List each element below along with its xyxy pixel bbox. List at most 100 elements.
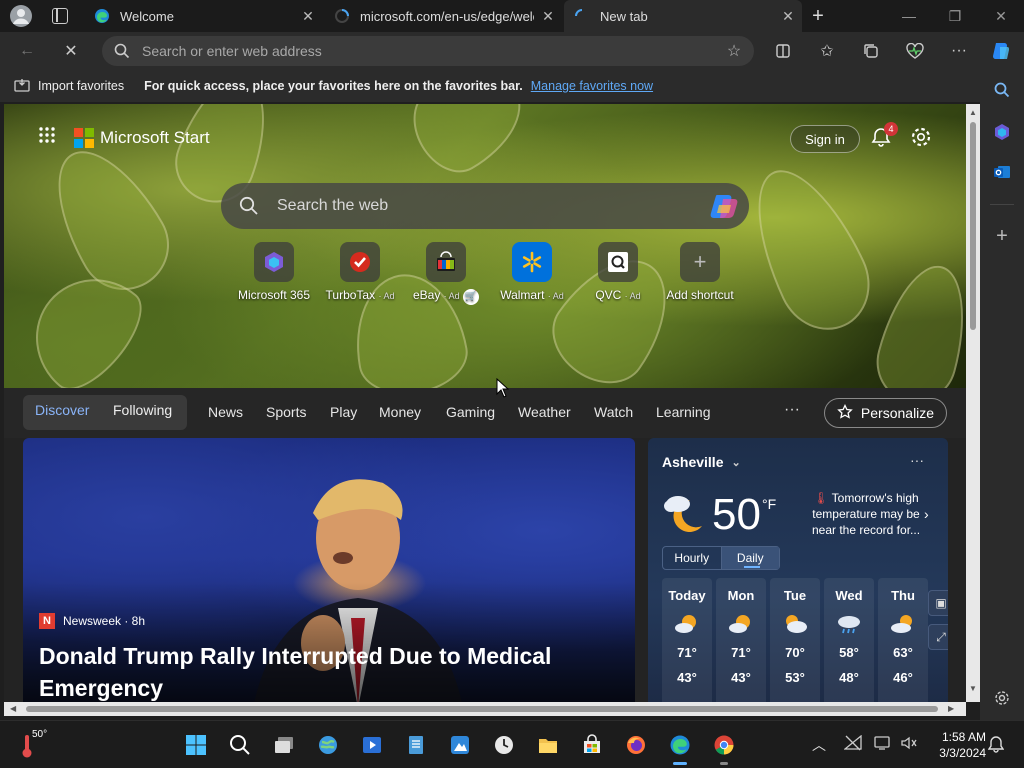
tab-following[interactable]: Following bbox=[113, 402, 172, 418]
more-options-icon[interactable]: ··· bbox=[944, 36, 974, 66]
horizontal-scroll-thumb[interactable] bbox=[26, 706, 938, 712]
news-headline[interactable]: Donald Trump Rally Interrupted Due to Me… bbox=[39, 640, 599, 702]
collections-icon[interactable] bbox=[856, 36, 886, 66]
web-search-box[interactable]: Search the web bbox=[221, 183, 749, 229]
clock-app-icon[interactable] bbox=[490, 731, 518, 759]
close-tab-icon[interactable]: ✕ bbox=[534, 8, 562, 25]
horizontal-scrollbar[interactable]: ◀ ▶ bbox=[4, 702, 966, 716]
sign-in-button[interactable]: Sign in bbox=[790, 125, 860, 153]
tab-new-tab[interactable]: New tab ✕ bbox=[564, 0, 802, 32]
nav-sports[interactable]: Sports bbox=[266, 404, 306, 420]
microsoft-start-brand[interactable]: Microsoft Start bbox=[38, 126, 210, 149]
microsoft-365-icon[interactable] bbox=[990, 120, 1014, 144]
chevron-right-icon[interactable]: › bbox=[924, 506, 929, 522]
web-search-input[interactable]: Search the web bbox=[277, 197, 699, 215]
forecast-day[interactable]: Today 71° 43° bbox=[662, 578, 712, 702]
tab-discover[interactable]: Discover bbox=[35, 402, 89, 418]
network-disconnected-icon[interactable] bbox=[843, 734, 862, 754]
forecast-day[interactable]: Wed 58° 48° bbox=[824, 578, 874, 702]
copilot-icon[interactable] bbox=[699, 193, 749, 219]
new-tab-button[interactable]: + bbox=[806, 4, 830, 28]
toggle-daily[interactable]: Daily bbox=[720, 547, 779, 569]
shortcut-ebay[interactable]: eBay · Ad 🛒 bbox=[402, 242, 490, 305]
close-tab-icon[interactable]: ✕ bbox=[294, 8, 322, 25]
add-icon[interactable]: + bbox=[990, 224, 1014, 248]
copilot-icon[interactable] bbox=[986, 36, 1016, 66]
scroll-right-icon[interactable]: ▶ bbox=[948, 702, 954, 716]
start-button[interactable] bbox=[182, 731, 210, 759]
sidebar-settings-icon[interactable] bbox=[990, 686, 1014, 710]
open-image-icon[interactable]: ▣ bbox=[928, 590, 948, 616]
display-icon[interactable] bbox=[874, 735, 892, 754]
paint-icon[interactable] bbox=[446, 731, 474, 759]
nav-money[interactable]: Money bbox=[379, 404, 421, 420]
weather-more-icon[interactable]: ··· bbox=[910, 452, 924, 468]
profile-avatar[interactable] bbox=[10, 5, 32, 27]
split-screen-icon[interactable] bbox=[768, 36, 798, 66]
taskbar-search-icon[interactable] bbox=[226, 731, 254, 759]
toggle-hourly[interactable]: Hourly bbox=[663, 547, 721, 569]
vertical-tabs-icon[interactable] bbox=[52, 8, 68, 24]
nav-learning[interactable]: Learning bbox=[656, 404, 711, 420]
outlook-icon[interactable] bbox=[990, 160, 1014, 184]
tab-welcome[interactable]: Welcome ✕ bbox=[84, 0, 322, 32]
forecast-day[interactable]: Mon 71° 43° bbox=[716, 578, 766, 702]
forecast-day[interactable]: Tue 70° 53° bbox=[770, 578, 820, 702]
close-tab-icon[interactable]: ✕ bbox=[774, 8, 802, 25]
page-settings-gear-icon[interactable] bbox=[910, 126, 934, 150]
system-clock[interactable]: 1:58 AM 3/3/2024 bbox=[920, 729, 986, 761]
notifications-bell-icon[interactable]: 4 bbox=[870, 122, 898, 150]
scroll-up-icon[interactable]: ▲ bbox=[966, 108, 980, 117]
notification-center-bell-icon[interactable] bbox=[987, 735, 1005, 756]
notepad-icon[interactable] bbox=[402, 731, 430, 759]
shortcut-add[interactable]: + Add shortcut bbox=[656, 242, 744, 302]
stop-loading-icon[interactable]: ✕ bbox=[56, 36, 86, 66]
news-card[interactable]: N Newsweek · 8h Donald Trump Rally Inter… bbox=[23, 438, 635, 702]
personalize-button[interactable]: Personalize bbox=[824, 398, 947, 428]
media-player-icon[interactable] bbox=[358, 731, 386, 759]
task-view-icon[interactable] bbox=[270, 731, 298, 759]
edge-taskbar-icon[interactable] bbox=[666, 731, 694, 765]
shortcut-turbotax[interactable]: TurboTax · Ad bbox=[316, 242, 404, 302]
temperature-unit[interactable]: °F bbox=[762, 496, 776, 512]
expand-icon[interactable]: ⤢ bbox=[928, 624, 948, 650]
weather-card[interactable]: Asheville ⌄ ··· 50 °F 🌡 Tomorrow's high … bbox=[648, 438, 948, 702]
favorite-star-icon[interactable]: ☆ bbox=[714, 41, 754, 61]
search-icon[interactable] bbox=[990, 78, 1014, 102]
firefox-icon[interactable] bbox=[622, 731, 650, 759]
forecast-day[interactable]: Thu 63° 46° bbox=[878, 578, 928, 702]
import-favorites-button[interactable]: Import favorites bbox=[14, 78, 124, 95]
nav-play[interactable]: Play bbox=[330, 404, 357, 420]
close-window-icon[interactable]: ✕ bbox=[978, 0, 1024, 32]
app-launcher-icon[interactable] bbox=[38, 126, 56, 149]
news-source[interactable]: N Newsweek · 8h bbox=[39, 613, 145, 629]
nav-watch[interactable]: Watch bbox=[594, 404, 633, 420]
widgets-globe-icon[interactable] bbox=[314, 731, 342, 759]
restore-icon[interactable]: ❐ bbox=[932, 0, 978, 32]
vertical-scroll-thumb[interactable] bbox=[970, 122, 976, 330]
chrome-icon[interactable] bbox=[710, 731, 738, 765]
shortcut-microsoft-365[interactable]: Microsoft 365 bbox=[230, 242, 318, 302]
volume-muted-icon[interactable] bbox=[900, 735, 918, 754]
scroll-down-icon[interactable]: ▼ bbox=[966, 684, 980, 693]
address-bar[interactable]: Search or enter web address ☆ bbox=[102, 36, 754, 66]
shortcut-qvc[interactable]: QVC · Ad bbox=[574, 242, 662, 302]
shortcut-walmart[interactable]: Walmart · Ad bbox=[488, 242, 576, 302]
tab-microsoft-edge-welcome[interactable]: microsoft.com/en-us/edge/welc ✕ bbox=[324, 0, 562, 32]
scroll-left-icon[interactable]: ◀ bbox=[10, 702, 16, 716]
browser-essentials-icon[interactable] bbox=[900, 36, 930, 66]
vertical-scrollbar[interactable]: ▲ ▼ bbox=[966, 104, 980, 702]
nav-weather[interactable]: Weather bbox=[518, 404, 571, 420]
taskbar-weather-widget[interactable]: 50° bbox=[20, 729, 60, 761]
file-explorer-icon[interactable] bbox=[534, 731, 562, 759]
weather-alert[interactable]: 🌡 Tomorrow's high temperature may be nea… bbox=[804, 490, 928, 538]
nav-gaming[interactable]: Gaming bbox=[446, 404, 495, 420]
minimize-icon[interactable]: — bbox=[886, 0, 932, 32]
show-hidden-icons-chevron[interactable]: ︿ bbox=[812, 735, 826, 755]
microsoft-store-icon[interactable] bbox=[578, 731, 606, 759]
address-placeholder[interactable]: Search or enter web address bbox=[142, 43, 714, 59]
back-icon[interactable]: ← bbox=[12, 36, 42, 66]
weather-location[interactable]: Asheville ⌄ bbox=[662, 454, 741, 470]
nav-news[interactable]: News bbox=[208, 404, 243, 420]
favorites-icon[interactable]: ✩ bbox=[812, 36, 842, 66]
